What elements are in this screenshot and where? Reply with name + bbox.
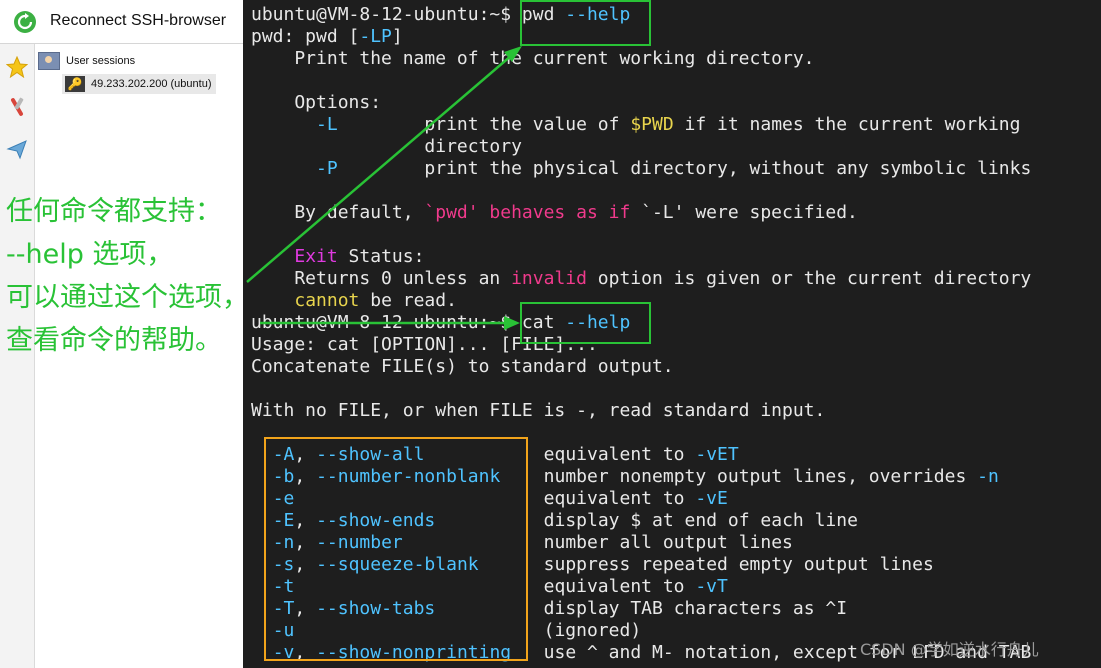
terminal-text: -vET	[695, 444, 739, 465]
annotation-line: 任何命令都支持：	[6, 196, 222, 227]
tools-icon[interactable]	[3, 92, 31, 122]
terminal-line: Print the name of the current working di…	[251, 48, 815, 70]
terminal-text: Returns 0 unless an	[251, 268, 512, 289]
terminal-text: pwd: pwd [	[251, 26, 360, 47]
terminal-text: print the value of	[337, 114, 631, 135]
terminal-text: -L	[316, 114, 338, 135]
panel-divider	[0, 43, 243, 44]
terminal-line: directory	[251, 136, 522, 158]
terminal-text: ]	[391, 26, 403, 47]
terminal-line: -P print the physical directory, without…	[251, 158, 1031, 180]
annotation-line: --help 选项，	[6, 239, 174, 270]
terminal-text: suppress repeated empty output lines	[478, 554, 934, 575]
terminal-text: With no FILE, or when FILE is -, read st…	[251, 400, 826, 421]
cat-options-highlight	[264, 437, 528, 661]
reconnect-label[interactable]: Reconnect SSH-browser	[50, 12, 226, 30]
terminal-text: print the physical directory, without an…	[337, 158, 1032, 179]
watermark: CSDN @学如逆水行舟儿	[860, 640, 1039, 659]
terminal-line: Concatenate FILE(s) to standard output.	[251, 356, 674, 378]
terminal-text: number nonempty output lines, overrides	[500, 466, 978, 487]
terminal-line: Returns 0 unless an invalid option is gi…	[251, 268, 1031, 290]
reconnect-bar[interactable]: Reconnect SSH-browser	[0, 0, 243, 44]
terminal-line: With no FILE, or when FILE is -, read st…	[251, 400, 825, 422]
annotation-line: 查看命令的帮助。	[6, 325, 222, 356]
terminal-text: $PWD	[630, 114, 674, 135]
terminal-text: ubuntu@VM-8-12-ubuntu:~$ pwd	[251, 4, 566, 25]
terminal-line: pwd: pwd [-LP]	[251, 26, 403, 48]
user-sessions-folder[interactable]: User sessions	[38, 52, 135, 70]
terminal-line: -L print the value of $PWD if it names t…	[251, 114, 1020, 136]
terminal-text: Exit	[294, 246, 338, 267]
terminal-text: `pwd' behaves as if	[424, 202, 631, 223]
terminal-line: Options:	[251, 92, 381, 114]
annotation-line: 可以通过这个选项，	[6, 282, 249, 313]
terminal-line: cannot be read.	[251, 290, 457, 312]
star-icon[interactable]	[3, 52, 31, 82]
terminal-text: By default,	[251, 202, 425, 223]
terminal-text: -LP	[359, 26, 392, 47]
terminal-text: -vE	[695, 488, 728, 509]
terminal-text: option is given or the current directory	[586, 268, 1032, 289]
terminal-text: -n	[977, 466, 999, 487]
user-sessions-label: User sessions	[66, 55, 136, 67]
send-icon[interactable]	[3, 134, 31, 164]
key-icon: 🔑	[65, 76, 85, 92]
session-label: 49.233.202.200 (ubuntu)	[91, 78, 212, 90]
terminal-text: -vT	[695, 576, 728, 597]
terminal-line: By default, `pwd' behaves as if `-L' wer…	[251, 202, 858, 224]
terminal-text: ubuntu@VM-8-12-ubuntu:~$ cat	[251, 312, 566, 333]
terminal-text: be read.	[359, 290, 457, 311]
terminal-text: -P	[316, 158, 338, 179]
terminal-text: invalid	[511, 268, 587, 289]
terminal-text: Print the name of the current working di…	[251, 48, 815, 69]
reconnect-icon[interactable]	[14, 11, 36, 33]
pwd-help-highlight	[520, 0, 651, 46]
terminal-line: Exit Status:	[251, 246, 424, 268]
terminal-text: if it names the current working	[673, 114, 1021, 135]
terminal-text: Concatenate FILE(s) to standard output.	[251, 356, 674, 377]
annotation-note: 任何命令都支持： --help 选项， 可以通过这个选项， 查看命令的帮助。	[6, 190, 249, 362]
users-icon	[38, 52, 60, 70]
cat-help-highlight	[520, 302, 651, 344]
terminal-text: Options:	[251, 92, 382, 113]
terminal-text: cannot	[294, 290, 360, 311]
terminal-text: `-L' were specified.	[630, 202, 858, 223]
terminal-text: Status:	[337, 246, 425, 267]
terminal-text: directory	[251, 136, 522, 157]
session-item[interactable]: 🔑 49.233.202.200 (ubuntu)	[62, 74, 216, 94]
